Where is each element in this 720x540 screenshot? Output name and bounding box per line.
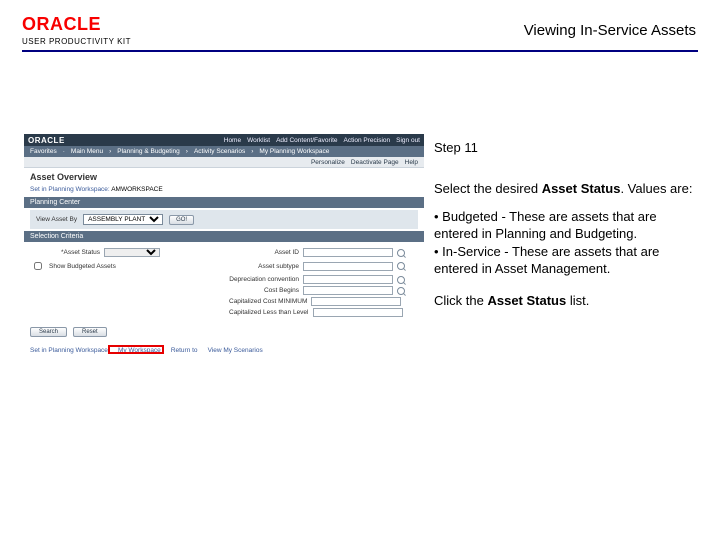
oracle-wordmark: ORACLE: [22, 14, 131, 35]
text-input[interactable]: [303, 286, 393, 295]
app-screenshot: ORACLE Home Worklist Add Content/Favorit…: [24, 134, 424, 362]
app-brand: ORACLE: [28, 136, 65, 145]
asset-status-row: *Asset Status: [30, 248, 219, 257]
footer-links: Set in Planning Workspace My Workspace R…: [24, 343, 424, 362]
subbar-link[interactable]: Help: [405, 159, 418, 166]
text-bold: Asset Status: [487, 293, 566, 308]
crumb-value: AMWORKSPACE: [111, 186, 163, 193]
text-input[interactable]: [303, 275, 393, 284]
app-topbar: ORACLE Home Worklist Add Content/Favorit…: [24, 134, 424, 146]
asset-id-row: Asset ID: [229, 248, 418, 257]
asset-id-input[interactable]: [303, 248, 393, 257]
text-input[interactable]: [313, 308, 403, 317]
step-label: Step 11: [434, 140, 478, 155]
subbar-link[interactable]: Deactivate Page: [351, 159, 399, 166]
topbar-link[interactable]: Add Content/Favorite: [276, 137, 337, 144]
topbar-links: Home Worklist Add Content/Favorite Actio…: [224, 137, 420, 144]
reset-button[interactable]: Reset: [73, 327, 107, 337]
text: Select the desired: [434, 181, 542, 196]
section-planning-center: Planning Center: [24, 197, 424, 208]
lookup-icon[interactable]: [397, 249, 405, 257]
menu-item[interactable]: Favorites: [30, 148, 57, 155]
search-button[interactable]: Search: [30, 327, 67, 337]
bullet-budgeted: • Budgeted - These are assets that are e…: [434, 208, 698, 243]
bullet-inservice: • In-Service - These are assets that are…: [434, 243, 698, 278]
asset-status-label: *Asset Status: [30, 249, 100, 256]
topbar-link[interactable]: Action Precision: [344, 137, 391, 144]
menu-item[interactable]: My Planning Workspace: [259, 148, 329, 155]
text-input[interactable]: [311, 297, 401, 306]
field-label: Capitalized Cost MINIMUM: [229, 298, 307, 305]
lookup-icon[interactable]: [397, 262, 405, 270]
section-selection-criteria: Selection Criteria: [24, 231, 424, 242]
criteria-grid: *Asset Status Asset ID Show Budgeted Ass…: [24, 244, 424, 321]
title-underline: [22, 50, 698, 52]
footer-link[interactable]: Set in Planning Workspace: [30, 347, 108, 354]
menubar: Favorites · Main Menu › Planning & Budge…: [24, 146, 424, 157]
page-title: Asset Overview: [24, 168, 424, 184]
oracle-logo-block: ORACLE USER PRODUCTIVITY KIT: [22, 14, 131, 46]
footer-link[interactable]: Return to: [171, 347, 198, 354]
field-label: Show Budgeted Assets: [49, 263, 116, 270]
footer-link[interactable]: My Workspace: [118, 347, 161, 354]
topbar-link[interactable]: Sign out: [396, 137, 420, 144]
menu-item[interactable]: Main Menu: [71, 148, 103, 155]
instruction-text: Select the desired Asset Status. Values …: [434, 180, 698, 319]
footer-link[interactable]: View My Scenarios: [208, 347, 263, 354]
upk-subtitle: USER PRODUCTIVITY KIT: [22, 37, 131, 46]
crumb-label: Set in Planning Workspace:: [30, 186, 110, 193]
field-label: Cost Begins: [229, 287, 299, 294]
topbar-link[interactable]: Home: [224, 137, 241, 144]
breadcrumb: Set in Planning Workspace: AMWORKSPACE: [24, 184, 424, 195]
field-label: Depreciation convention: [229, 276, 299, 283]
go-button[interactable]: GO!: [169, 215, 194, 225]
text: . Values are:: [620, 181, 692, 196]
menu-item[interactable]: Activity Scenarios: [194, 148, 245, 155]
text-input[interactable]: [303, 262, 393, 271]
text: Click the: [434, 293, 487, 308]
show-budgeted-checkbox[interactable]: [34, 262, 42, 270]
subbar-link[interactable]: Personalize: [311, 159, 345, 166]
view-asset-label: View Asset By: [36, 216, 77, 223]
budgeted-row: Show Budgeted Assets: [30, 259, 219, 273]
field-label: Asset ID: [229, 249, 299, 256]
text-bold: Asset Status: [542, 181, 621, 196]
text: list.: [566, 293, 589, 308]
view-asset-select[interactable]: ASSEMBLY PLANT: [83, 214, 163, 225]
field-label: Asset subtype: [229, 263, 299, 270]
topbar-link[interactable]: Worklist: [247, 137, 270, 144]
lookup-icon[interactable]: [397, 287, 405, 295]
asset-status-list[interactable]: [104, 248, 160, 257]
document-title: Viewing In-Service Assets: [524, 22, 696, 39]
menu-item[interactable]: Planning & Budgeting: [117, 148, 180, 155]
view-asset-panel: View Asset By ASSEMBLY PLANT GO!: [30, 210, 418, 229]
criteria-wrap: *Asset Status Asset ID Show Budgeted Ass…: [24, 244, 424, 321]
field-label: Capitalized Less than Level: [229, 309, 309, 316]
subbar: Personalize Deactivate Page Help: [24, 157, 424, 168]
button-bar: Search Reset: [24, 321, 424, 343]
lookup-icon[interactable]: [397, 276, 405, 284]
